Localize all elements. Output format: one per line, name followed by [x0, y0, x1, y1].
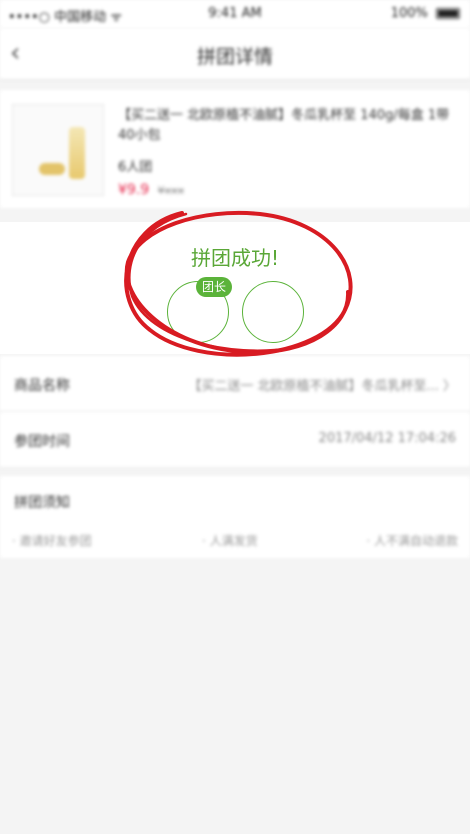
nav-bar: ‹ 拼团详情	[0, 28, 470, 80]
product-image[interactable]	[12, 104, 104, 196]
rules-step: · 人不满自动退款	[366, 534, 458, 548]
product-bottle-graphic	[69, 127, 85, 179]
join-time-row: 参团时间 2017/04/12 17:04:26	[0, 412, 470, 468]
rules-step: · 人满发货	[202, 534, 258, 548]
product-tube-graphic	[39, 163, 65, 175]
join-time-label: 参团时间	[14, 434, 70, 450]
member-avatar[interactable]	[242, 281, 304, 343]
group-success-headline: 拼团成功!	[190, 246, 280, 270]
product-name-label: 商品名称	[14, 378, 70, 394]
battery-percent: 100%	[390, 6, 428, 21]
leader-badge: 团长	[196, 277, 233, 297]
rules-label: 拼团须知	[14, 495, 70, 511]
battery-icon	[436, 8, 460, 19]
product-name: 【买二送一 北欧原植不油腻】冬瓜乳杯至 140g/每盒 1带40小包	[118, 108, 450, 143]
product-card[interactable]: 【买二送一 北欧原植不油腻】冬瓜乳杯至 140g/每盒 1带40小包 6人团 ¥…	[0, 90, 470, 208]
product-price: ¥9.9 ¥xxx	[118, 182, 184, 198]
original-price: ¥xxx	[157, 184, 185, 197]
status-bar: ••••○ 中国移动 ᯤ 9:41 AM 100%	[0, 0, 470, 28]
group-size: 6人团	[118, 160, 153, 175]
group-rules: 拼团须知 · 邀请好友参团 · 人满发货 · 人不满自动退款	[0, 476, 470, 558]
page-title: 拼团详情	[196, 46, 273, 68]
battery-status: 100%	[391, 6, 460, 21]
group-price: ¥9.9	[118, 182, 150, 198]
group-status-panel: 拼团成功! 团长	[0, 222, 470, 354]
rules-step: · 邀请好友参团	[12, 534, 92, 548]
product-name-row[interactable]: 商品名称 【买二送一 北欧原植不油腻】冬瓜乳杯至... 〉	[0, 356, 470, 412]
product-name-value: 【买二送一 北欧原植不油腻】冬瓜乳杯至... 〉	[188, 379, 456, 394]
join-time-value: 2017/04/12 17:04:26	[318, 431, 456, 446]
